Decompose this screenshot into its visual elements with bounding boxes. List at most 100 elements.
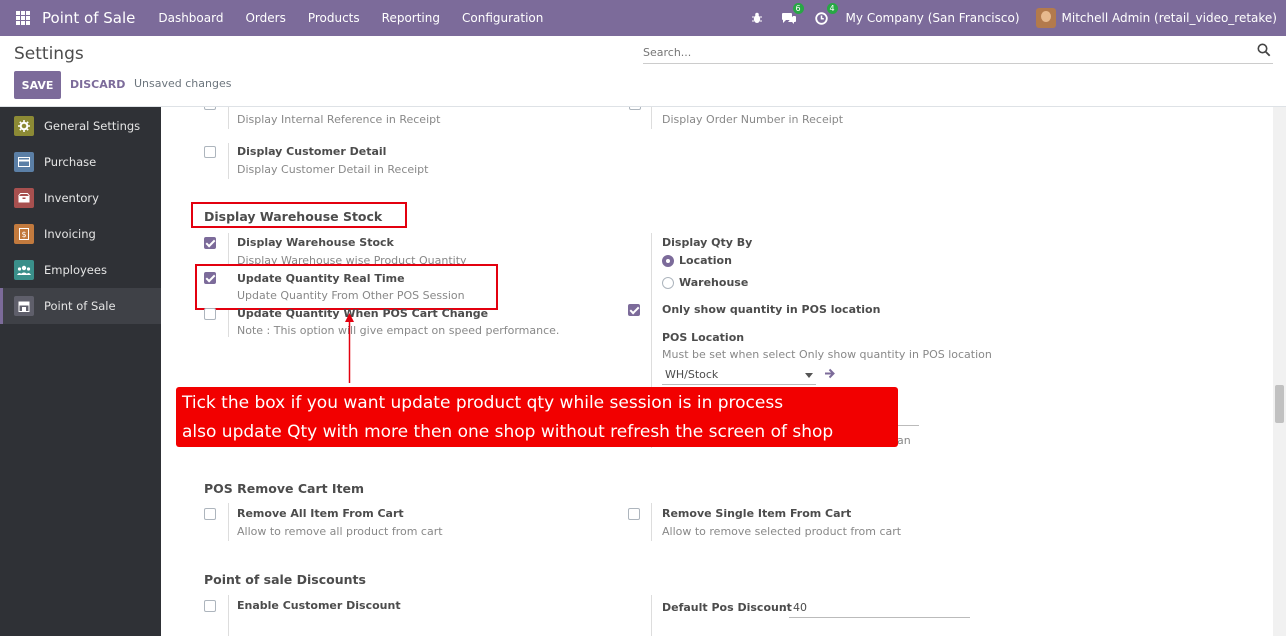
only-show-pos-location-checkbox[interactable] (628, 304, 640, 316)
chat-count-badge: 6 (792, 2, 804, 14)
company-switcher[interactable]: My Company (San Francisco) (846, 11, 1020, 25)
settings-content: Display Internal Reference in Receipt Di… (161, 107, 1286, 636)
remove-cart-section-title: POS Remove Cart Item (204, 481, 365, 496)
enable-customer-discount-checkbox[interactable] (204, 600, 216, 612)
remove-all-item-label: Remove All Item From Cart (237, 507, 404, 520)
control-panel: Settings SAVE DISCARD Unsaved changes (0, 36, 1286, 107)
update-quantity-realtime-label: Update Quantity Real Time (237, 272, 405, 285)
sidebar-item-inventory[interactable]: Inventory (0, 180, 161, 216)
display-customer-detail-checkbox[interactable] (204, 146, 216, 158)
sidebar-item-label: Purchase (44, 155, 97, 169)
invoice-document-icon: $ (14, 224, 34, 244)
divider (651, 107, 652, 129)
chat-icon[interactable]: 6 (781, 2, 804, 25)
purchase-card-icon (14, 152, 34, 172)
remove-all-item-checkbox[interactable] (204, 508, 216, 520)
pos-location-description: Must be set when select Only show quanti… (662, 348, 992, 361)
settings-sidebar: General Settings Purchase Inventory $ In… (0, 107, 161, 636)
divider (228, 107, 229, 129)
inventory-box-icon (14, 188, 34, 208)
default-pos-discount-value: 40 (793, 601, 807, 614)
activity-clock-icon[interactable]: 4 (814, 2, 838, 25)
top-navbar: Point of Sale Dashboard Orders Products … (0, 0, 1286, 36)
sidebar-item-label: Inventory (44, 191, 99, 205)
sidebar-item-employees[interactable]: Employees (0, 252, 161, 288)
sidebar-item-general-settings[interactable]: General Settings (0, 108, 161, 144)
qty-by-warehouse-radio[interactable] (662, 277, 674, 289)
divider (228, 595, 229, 636)
divider (651, 503, 652, 541)
sidebar-item-label: Employees (44, 263, 107, 277)
chevron-down-icon (805, 373, 813, 378)
search-icon[interactable] (1257, 43, 1271, 57)
qty-by-warehouse-label: Warehouse (679, 276, 749, 289)
employees-group-icon (14, 260, 34, 280)
user-menu[interactable]: Mitchell Admin (retail_video_retake) (1062, 11, 1277, 25)
update-quantity-realtime-checkbox[interactable] (204, 272, 216, 284)
qty-by-location-label: Location (679, 254, 732, 267)
content-scrollbar[interactable] (1273, 107, 1286, 636)
sidebar-item-label: Invoicing (44, 227, 96, 241)
unsaved-status: Unsaved changes (134, 77, 232, 90)
internal-reference-description: Display Internal Reference in Receipt (237, 113, 441, 126)
default-pos-discount-label: Default Pos Discount (662, 601, 792, 614)
default-pos-discount-separator: : (782, 601, 786, 614)
sidebar-item-point-of-sale[interactable]: Point of Sale (0, 288, 161, 324)
menu-reporting[interactable]: Reporting (371, 11, 451, 25)
display-qty-by-label: Display Qty By (662, 236, 753, 249)
remove-single-item-checkbox[interactable] (628, 508, 640, 520)
callout-line-2: also update Qty with more then one shop … (182, 422, 834, 442)
page-title: Settings (14, 44, 84, 64)
default-pos-discount-input[interactable]: 40 (789, 598, 970, 618)
display-warehouse-stock-label: Display Warehouse Stock (237, 236, 394, 249)
menu-configuration[interactable]: Configuration (451, 11, 554, 25)
update-quantity-cart-change-checkbox[interactable] (204, 308, 216, 320)
discard-button[interactable]: DISCARD (70, 78, 125, 91)
remove-single-item-description: Allow to remove selected product from ca… (662, 525, 902, 538)
pos-location-label: POS Location (662, 331, 745, 344)
sidebar-item-invoicing[interactable]: $ Invoicing (0, 216, 161, 252)
update-realtime-highlight (195, 264, 498, 310)
activity-count-badge: 4 (826, 2, 838, 14)
enable-customer-discount-label: Enable Customer Discount (237, 599, 401, 612)
debug-bug-icon[interactable] (751, 12, 763, 24)
user-avatar[interactable] (1035, 8, 1056, 28)
search-box (643, 42, 1273, 64)
hidden-text-tail: an (897, 434, 911, 447)
search-input[interactable] (643, 42, 1243, 62)
receipt-order-number-checkbox[interactable] (629, 107, 641, 110)
display-warehouse-stock-checkbox[interactable] (204, 237, 216, 249)
update-quantity-realtime-description: Update Quantity From Other POS Session (237, 289, 465, 302)
remove-single-item-label: Remove Single Item From Cart (662, 507, 852, 520)
remove-all-item-description: Allow to remove all product from cart (237, 525, 443, 538)
order-number-description: Display Order Number in Receipt (662, 113, 844, 126)
instruction-callout: Tick the box if you want update product … (176, 387, 898, 447)
sidebar-item-purchase[interactable]: Purchase (0, 144, 161, 180)
update-quantity-cart-change-note: Note : This option will give empact on s… (237, 324, 560, 337)
display-customer-detail-label: Display Customer Detail (237, 145, 387, 158)
app-name[interactable]: Point of Sale (42, 9, 135, 27)
apps-grid-icon[interactable] (16, 11, 30, 25)
pos-store-icon (14, 296, 34, 316)
menu-orders[interactable]: Orders (234, 11, 296, 25)
pos-location-select[interactable]: WH/Stock (662, 366, 816, 385)
external-link-arrow-icon[interactable] (824, 368, 835, 379)
warehouse-section-title: Display Warehouse Stock (204, 209, 383, 224)
scrollbar-thumb[interactable] (1275, 385, 1284, 423)
divider (651, 595, 652, 636)
discounts-section-title: Point of sale Discounts (204, 572, 366, 587)
sidebar-item-label: Point of Sale (44, 299, 116, 313)
sidebar-item-label: General Settings (44, 119, 141, 133)
svg-text:$: $ (21, 230, 26, 239)
menu-dashboard[interactable]: Dashboard (147, 11, 234, 25)
gear-icon (14, 116, 34, 136)
display-customer-detail-description: Display Customer Detail in Receipt (237, 163, 429, 176)
pos-location-value: WH/Stock (665, 368, 719, 381)
only-show-pos-location-label: Only show quantity in POS location (662, 303, 881, 316)
qty-by-location-radio[interactable] (662, 255, 674, 267)
save-button[interactable]: SAVE (14, 71, 61, 99)
menu-products[interactable]: Products (297, 11, 371, 25)
callout-arrow (345, 313, 354, 383)
receipt-reference-checkbox[interactable] (204, 107, 216, 110)
divider (228, 143, 229, 179)
